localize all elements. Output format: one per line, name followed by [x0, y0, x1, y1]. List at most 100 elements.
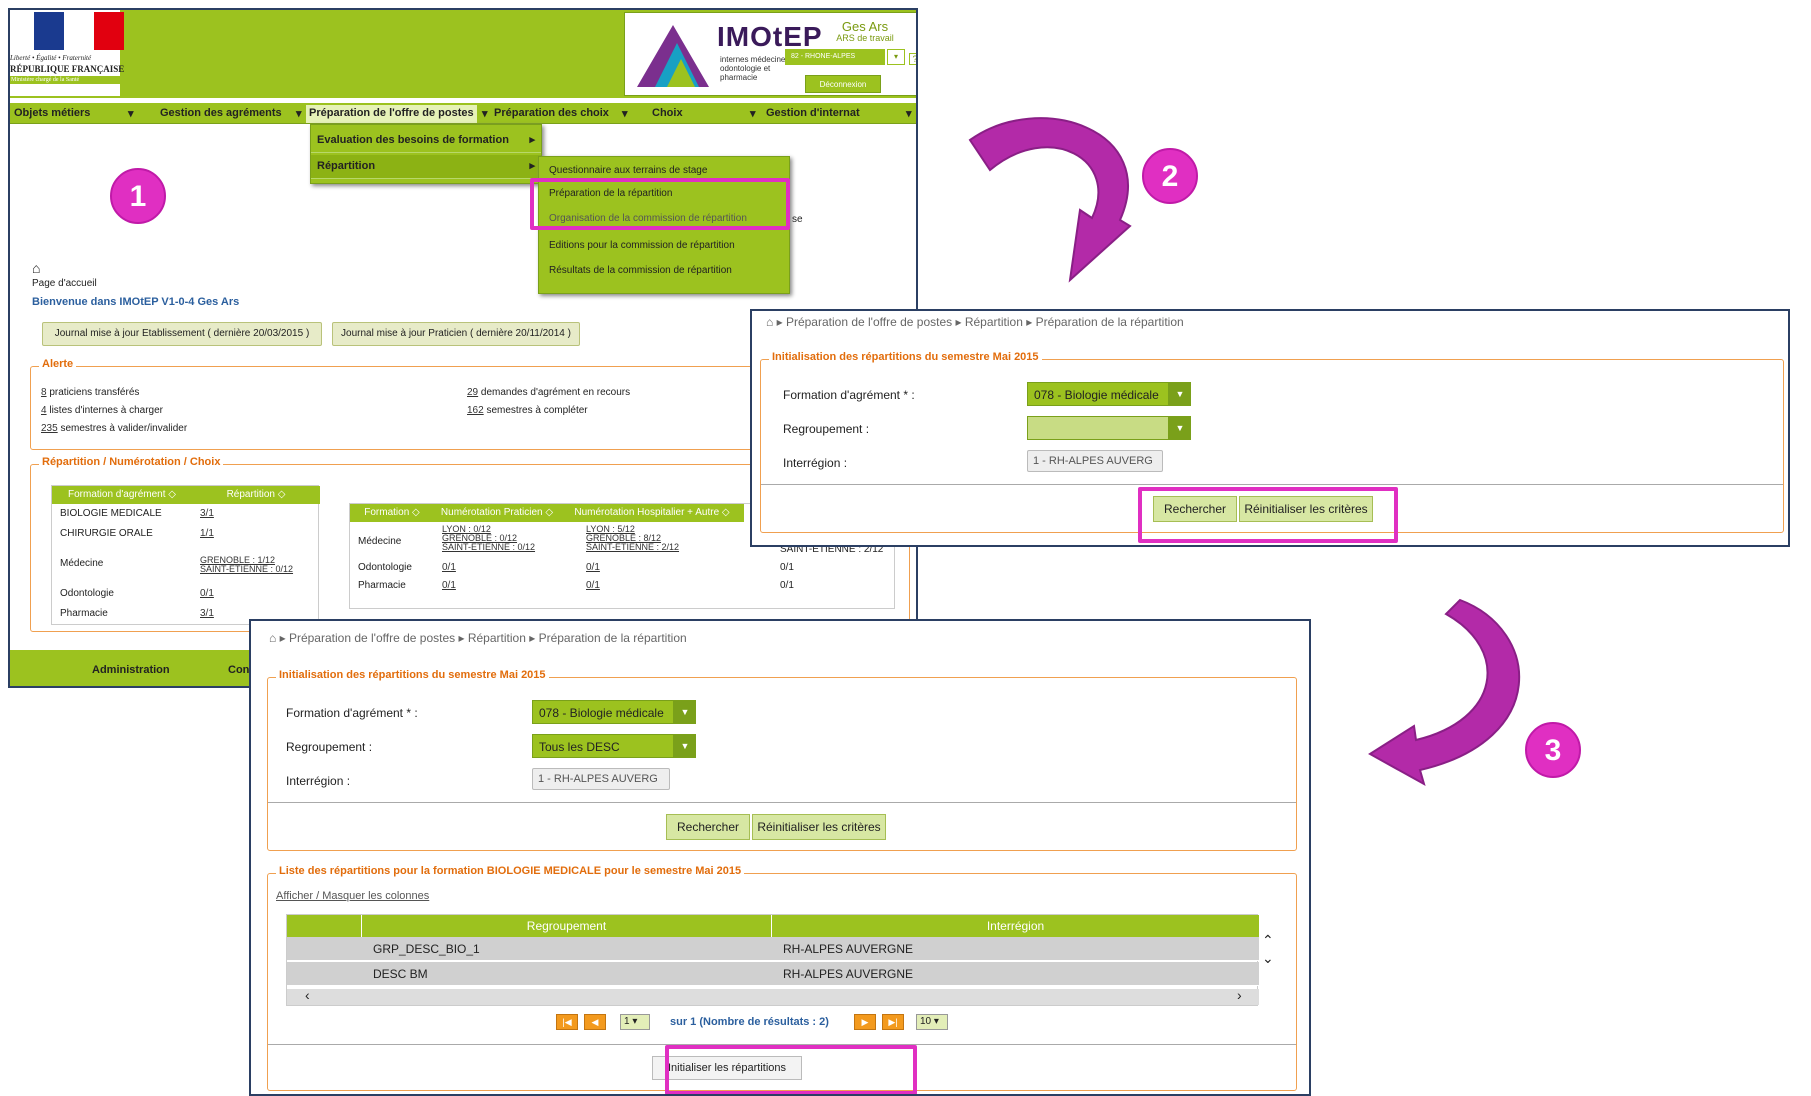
flag-icon: [34, 12, 126, 50]
chevron-down-icon[interactable]: ▾: [482, 107, 488, 120]
column-header[interactable]: Numérotation Hospitalier + Autre ◇: [560, 504, 744, 522]
table-cell: 0/1: [780, 580, 794, 591]
chevron-down-icon[interactable]: ▼: [1169, 416, 1191, 440]
chevron-down-icon[interactable]: ⌄: [1262, 950, 1274, 967]
chevron-right-icon: ▸: [529, 134, 535, 146]
journal-praticien-button[interactable]: Journal mise à jour Praticien ( dernière…: [332, 322, 580, 346]
results-grid: Regroupement Interrégion GRP_DESC_BIO_1 …: [286, 914, 1259, 1006]
pagination-info: sur 1 (Nombre de résultats : 2): [670, 1016, 829, 1028]
screen-2-preparation: ⌂ ▸ Préparation de l'offre de postes ▸ R…: [750, 309, 1790, 547]
chevron-down-icon[interactable]: ▾: [296, 107, 302, 120]
table-cell-link[interactable]: SAINT-ETIENNE : 0/12: [442, 542, 535, 552]
column-header[interactable]: Numérotation Praticien ◇: [434, 504, 560, 522]
breadcrumb-item[interactable]: Répartition: [468, 631, 526, 645]
table-cell-link[interactable]: 0/1: [586, 562, 600, 573]
table-cell-link[interactable]: 0/1: [200, 588, 214, 599]
reset-button[interactable]: Réinitialiser les critères: [752, 814, 886, 840]
main-menu: Objets métiers ▾ Gestion des agréments ▾…: [10, 102, 916, 124]
table-cell-link[interactable]: 0/1: [442, 580, 456, 591]
chevron-up-icon[interactable]: ⌃: [1262, 932, 1274, 949]
menu-preparation-choix[interactable]: Préparation des choix: [494, 107, 609, 119]
table-row[interactable]: GRP_DESC_BIO_1 RH-ALPES AUVERGNE: [287, 937, 1259, 961]
journal-etablissement-button[interactable]: Journal mise à jour Etablissement ( dern…: [42, 322, 322, 346]
regroup-select[interactable]: [1027, 416, 1169, 440]
breadcrumb-item[interactable]: Répartition: [965, 315, 1023, 329]
search-button[interactable]: Rechercher: [666, 814, 750, 840]
table-cell-link[interactable]: 0/1: [442, 562, 456, 573]
region-select[interactable]: 82 - RHONE-ALPES: [785, 49, 885, 65]
column-header[interactable]: Formation ◇: [350, 504, 434, 522]
home-icon[interactable]: ⌂: [32, 260, 40, 276]
last-page-icon[interactable]: ▶|: [882, 1014, 904, 1030]
prev-page-icon[interactable]: ◀: [584, 1014, 606, 1030]
chevron-down-icon[interactable]: ▼: [674, 734, 696, 758]
table-cell-link[interactable]: 0/1: [586, 580, 600, 591]
table-cell-link[interactable]: 3/1: [200, 608, 214, 619]
column-header[interactable]: Formation d'agrément ◇: [52, 486, 192, 504]
menu-choix[interactable]: Choix: [652, 107, 683, 119]
submenu-evaluation-besoins[interactable]: Evaluation des besoins de formation ▸: [311, 129, 541, 153]
column-header[interactable]: Répartition ◇: [192, 486, 320, 504]
alert-item[interactable]: 162 semestres à compléter: [467, 405, 588, 416]
interregion-label: Interrégion :: [783, 456, 848, 470]
republic-logo: Liberté • Égalité • Fraternité RÉPUBLIQU…: [10, 10, 130, 96]
formation-select[interactable]: 078 - Biologie médicale: [1027, 382, 1169, 406]
chevron-down-icon[interactable]: ▼: [1169, 382, 1191, 406]
first-page-icon[interactable]: |◀: [556, 1014, 578, 1030]
menu-objets-metiers[interactable]: Objets métiers: [14, 107, 90, 119]
chevron-down-icon[interactable]: ▼: [674, 700, 696, 724]
next-page-icon[interactable]: ▶: [854, 1014, 876, 1030]
alert-item[interactable]: 235 semestres à valider/invalider: [41, 423, 187, 434]
submenu-repartition[interactable]: Répartition ▸: [311, 155, 541, 179]
breadcrumb: ⌂ ▸ Préparation de l'offre de postes ▸ R…: [766, 315, 1184, 329]
alert-item[interactable]: 4 listes d'internes à charger: [41, 405, 163, 416]
submenu-editions[interactable]: Editions pour la commission de répartiti…: [539, 240, 789, 251]
home-icon[interactable]: ⌂: [269, 631, 276, 645]
screen-3-results: ⌂ ▸ Préparation de l'offre de postes ▸ R…: [249, 619, 1311, 1096]
submenu-resultats[interactable]: Résultats de la commission de répartitio…: [539, 265, 789, 276]
table-row[interactable]: DESC BM RH-ALPES AUVERGNE: [287, 962, 1259, 986]
home-icon[interactable]: ⌂: [766, 315, 773, 329]
chevron-down-icon[interactable]: ▾: [750, 107, 756, 120]
chevron-down-icon[interactable]: ▾: [128, 107, 134, 120]
table-cell: Médecine: [60, 558, 104, 569]
toggle-columns-link[interactable]: Afficher / Masquer les colonnes: [276, 890, 429, 902]
breadcrumb-item[interactable]: Préparation de l'offre de postes: [786, 315, 952, 329]
submenu-questionnaire[interactable]: Questionnaire aux terrains de stage: [539, 165, 789, 176]
table-cell-link[interactable]: 1/1: [200, 528, 214, 539]
repartition-title: Répartition / Numérotation / Choix: [39, 456, 224, 468]
column-header[interactable]: Interrégion: [771, 915, 1259, 937]
table-cell: RH-ALPES AUVERGNE: [783, 942, 914, 956]
brand-subtitle: internes médecine odontologie et pharmac…: [720, 55, 786, 82]
step-badge-3: 3: [1525, 722, 1581, 778]
table-cell-link[interactable]: 3/1: [200, 508, 214, 519]
chevron-left-icon[interactable]: ‹: [305, 987, 310, 1003]
table-cell-link[interactable]: SAINT-ETIENNE : 2/12: [586, 542, 679, 552]
chevron-down-icon[interactable]: ▾: [887, 49, 905, 65]
chevron-right-icon[interactable]: ›: [1237, 987, 1242, 1003]
footer-administration-link[interactable]: Administration: [92, 664, 170, 676]
menu-gestion-agrements[interactable]: Gestion des agréments: [160, 107, 282, 119]
breadcrumb-item[interactable]: Préparation de l'offre de postes: [289, 631, 455, 645]
alert-item[interactable]: 8 praticiens transférés: [41, 387, 139, 398]
table-cell: Odontologie: [60, 588, 114, 599]
alert-item[interactable]: 829 demandes d'agrément en recours: [467, 387, 630, 398]
help-button[interactable]: ?: [909, 53, 916, 65]
menu-gestion-internat[interactable]: Gestion d'internat: [766, 107, 860, 119]
highlight-box-3: [665, 1045, 917, 1094]
formation-select[interactable]: 078 - Biologie médicale: [532, 700, 674, 724]
regroup-label: Regroupement :: [286, 740, 373, 754]
page-select[interactable]: 1 ▾: [620, 1014, 650, 1030]
horizontal-scrollbar[interactable]: ‹ ›: [287, 987, 1259, 1005]
formation-label: Formation d'agrément * :: [286, 706, 418, 720]
regroup-select[interactable]: Tous les DESC: [532, 734, 674, 758]
table-cell: 0/1: [780, 562, 794, 573]
chevron-down-icon[interactable]: ▾: [622, 107, 628, 120]
menu-preparation-offre[interactable]: Préparation de l'offre de postes: [306, 105, 477, 123]
logout-button[interactable]: Déconnexion: [805, 75, 881, 93]
table-cell: GRP_DESC_BIO_1: [373, 942, 480, 956]
table-cell-link[interactable]: SAINT-ETIENNE : 0/12: [200, 564, 293, 574]
chevron-down-icon[interactable]: ▾: [906, 107, 912, 120]
page-size-select[interactable]: 10 ▾: [916, 1014, 948, 1030]
column-header[interactable]: Regroupement: [361, 915, 771, 937]
